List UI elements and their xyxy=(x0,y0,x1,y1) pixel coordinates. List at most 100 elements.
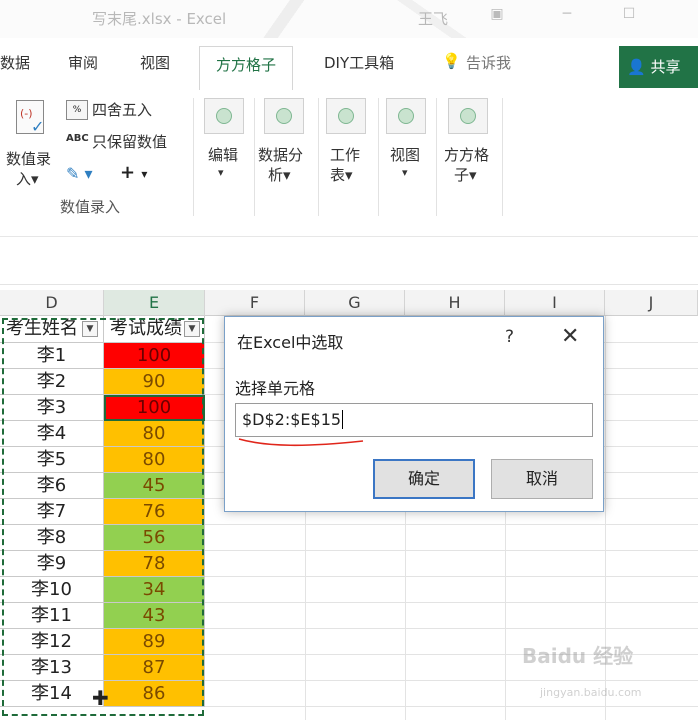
user-name[interactable]: 王飞 xyxy=(418,8,448,29)
gridline xyxy=(205,628,698,629)
table-cell-score[interactable]: 45 xyxy=(104,473,205,499)
table-cell-score[interactable]: 86 xyxy=(104,681,205,707)
gridline xyxy=(205,680,698,681)
ribbon-tabs: 数据 审阅 视图 方方格子 DIY工具箱 💡 告诉我 xyxy=(0,38,698,90)
table-cell-name[interactable]: 李12 xyxy=(0,629,104,655)
table-cell-name[interactable]: 李7 xyxy=(0,499,104,525)
table-cell-name[interactable]: 李1 xyxy=(0,343,104,369)
table-cell-score[interactable]: 78 xyxy=(104,551,205,577)
table-cell-name[interactable]: 李9 xyxy=(0,551,104,577)
column-header-j[interactable]: J xyxy=(605,290,698,316)
column-header-i[interactable]: I xyxy=(505,290,605,316)
table-cell-name[interactable]: 李13 xyxy=(0,655,104,681)
ribbon-separator xyxy=(318,98,319,216)
table-cell-name[interactable]: 李2 xyxy=(0,369,104,395)
gridline xyxy=(205,576,698,577)
cancel-button[interactable]: 取消 xyxy=(491,459,593,499)
fangfanggezi-icon xyxy=(448,98,488,134)
edit-icon xyxy=(204,98,244,134)
watermark-url: jingyan.baidu.com xyxy=(540,686,642,699)
ribbon-separator xyxy=(378,98,379,216)
tab-fangfanggezi[interactable]: 方方格子 xyxy=(199,46,294,90)
column-header-g[interactable]: G xyxy=(305,290,405,316)
column-header-e[interactable]: E xyxy=(104,290,205,316)
table-cell-score[interactable]: 87 xyxy=(104,655,205,681)
data-analysis-button[interactable]: 数据分 析▾ xyxy=(256,90,316,190)
fangfanggezi-button[interactable]: 方方格 子▾ xyxy=(440,90,500,190)
table-cell-name[interactable]: 李8 xyxy=(0,525,104,551)
share-button[interactable]: 👤 共享 xyxy=(619,46,698,88)
tell-me-search[interactable]: 告诉我 xyxy=(466,52,511,73)
close-icon[interactable]: ✕ xyxy=(561,324,579,349)
plus-dropdown-icon[interactable]: + ▾ xyxy=(120,162,147,183)
tab-review[interactable]: 审阅 xyxy=(68,52,98,73)
table-cell-name[interactable]: 李4 xyxy=(0,421,104,447)
fangfanggezi-label-2: 子▾ xyxy=(454,166,477,184)
table-cell-score[interactable]: 89 xyxy=(104,629,205,655)
ok-button[interactable]: 确定 xyxy=(373,459,475,499)
column-header-h[interactable]: H xyxy=(405,290,505,316)
round-button[interactable]: % 四舍五入 xyxy=(64,98,184,122)
document-title: 写末尾.xlsx - Excel xyxy=(92,10,227,28)
worksheet-label-2: 表▾ xyxy=(330,166,353,184)
data-entry-button[interactable]: (-) ✓ 数值录 入▾ xyxy=(2,98,58,198)
person-add-icon: 👤 xyxy=(627,58,646,76)
table-cell-score[interactable]: 80 xyxy=(104,421,205,447)
view-label-2: ▾ xyxy=(402,166,408,179)
header-score-label: 考试成绩 xyxy=(110,318,182,339)
ribbon-display-icon[interactable]: ▣ xyxy=(488,6,506,24)
worksheet-label: 工作 xyxy=(330,146,361,164)
worksheet-button[interactable]: 工作 表▾ xyxy=(322,90,372,190)
tab-data[interactable]: 数据 xyxy=(0,52,30,73)
filter-dropdown-icon[interactable]: ▼ xyxy=(82,321,98,337)
filter-dropdown-icon[interactable]: ▼ xyxy=(184,321,200,337)
edit-label: 编辑 xyxy=(208,146,239,164)
minimize-icon[interactable]: ─ xyxy=(558,6,576,24)
dialog-title: 在Excel中选取 xyxy=(237,333,344,352)
data-analysis-label: 数据分 xyxy=(258,146,304,164)
maximize-icon[interactable]: ☐ xyxy=(620,6,638,24)
cell-cursor-icon: ✚ xyxy=(92,686,109,710)
help-icon[interactable]: ? xyxy=(505,327,514,347)
table-cell-score[interactable]: 43 xyxy=(104,603,205,629)
table-cell-name[interactable]: 李5 xyxy=(0,447,104,473)
data-entry-label-2: 入▾ xyxy=(16,170,39,188)
view-icon xyxy=(386,98,426,134)
share-label: 共享 xyxy=(650,58,681,76)
round-label: 四舍五入 xyxy=(92,101,153,119)
range-input[interactable]: $D$2:$E$15 xyxy=(235,403,593,437)
table-cell-name[interactable]: 李3 xyxy=(0,395,104,421)
header-name-label: 考生姓名 xyxy=(6,318,78,339)
table-cell-score[interactable]: 100 xyxy=(104,395,205,421)
tab-diy-toolbox[interactable]: DIY工具箱 xyxy=(324,52,394,73)
gridline xyxy=(205,602,698,603)
lightbulb-icon[interactable]: 💡 xyxy=(442,52,461,70)
table-cell-score[interactable]: 90 xyxy=(104,369,205,395)
table-cell-name[interactable]: 李10 xyxy=(0,577,104,603)
column-header-f[interactable]: F xyxy=(205,290,305,316)
table-cell-name[interactable]: 李14 xyxy=(0,681,104,707)
ribbon-separator xyxy=(436,98,437,216)
data-entry-icon: (-) ✓ xyxy=(16,100,44,136)
select-range-dialog: 在Excel中选取 ? ✕ 选择单元格 $D$2:$E$15 确定 取消 xyxy=(224,316,604,512)
red-underline-annotation xyxy=(238,438,364,447)
table-cell-score[interactable]: 80 xyxy=(104,447,205,473)
keep-values-button[interactable]: ABC 只保留数值 xyxy=(64,130,194,154)
table-cell-score[interactable]: 34 xyxy=(104,577,205,603)
formula-bar-divider xyxy=(0,236,698,237)
edit-button[interactable]: 编辑 ▾ xyxy=(200,90,248,190)
keep-values-label: 只保留数值 xyxy=(92,133,168,151)
table-cell-score[interactable]: 76 xyxy=(104,499,205,525)
fangfanggezi-label: 方方格 xyxy=(444,146,490,164)
ribbon-separator xyxy=(502,98,503,216)
tab-view[interactable]: 视图 xyxy=(140,52,170,73)
table-cell-name[interactable]: 李6 xyxy=(0,473,104,499)
column-header-d[interactable]: D xyxy=(0,290,104,316)
abc-icon: ABC xyxy=(66,133,89,144)
table-cell-score[interactable]: 56 xyxy=(104,525,205,551)
edit-dropdown-icon[interactable]: ✎ ▾ xyxy=(66,164,93,183)
formula-bar-area xyxy=(0,222,698,285)
view-button[interactable]: 视图 ▾ xyxy=(382,90,432,190)
table-cell-name[interactable]: 李11 xyxy=(0,603,104,629)
table-cell-score[interactable]: 100 xyxy=(104,343,205,369)
